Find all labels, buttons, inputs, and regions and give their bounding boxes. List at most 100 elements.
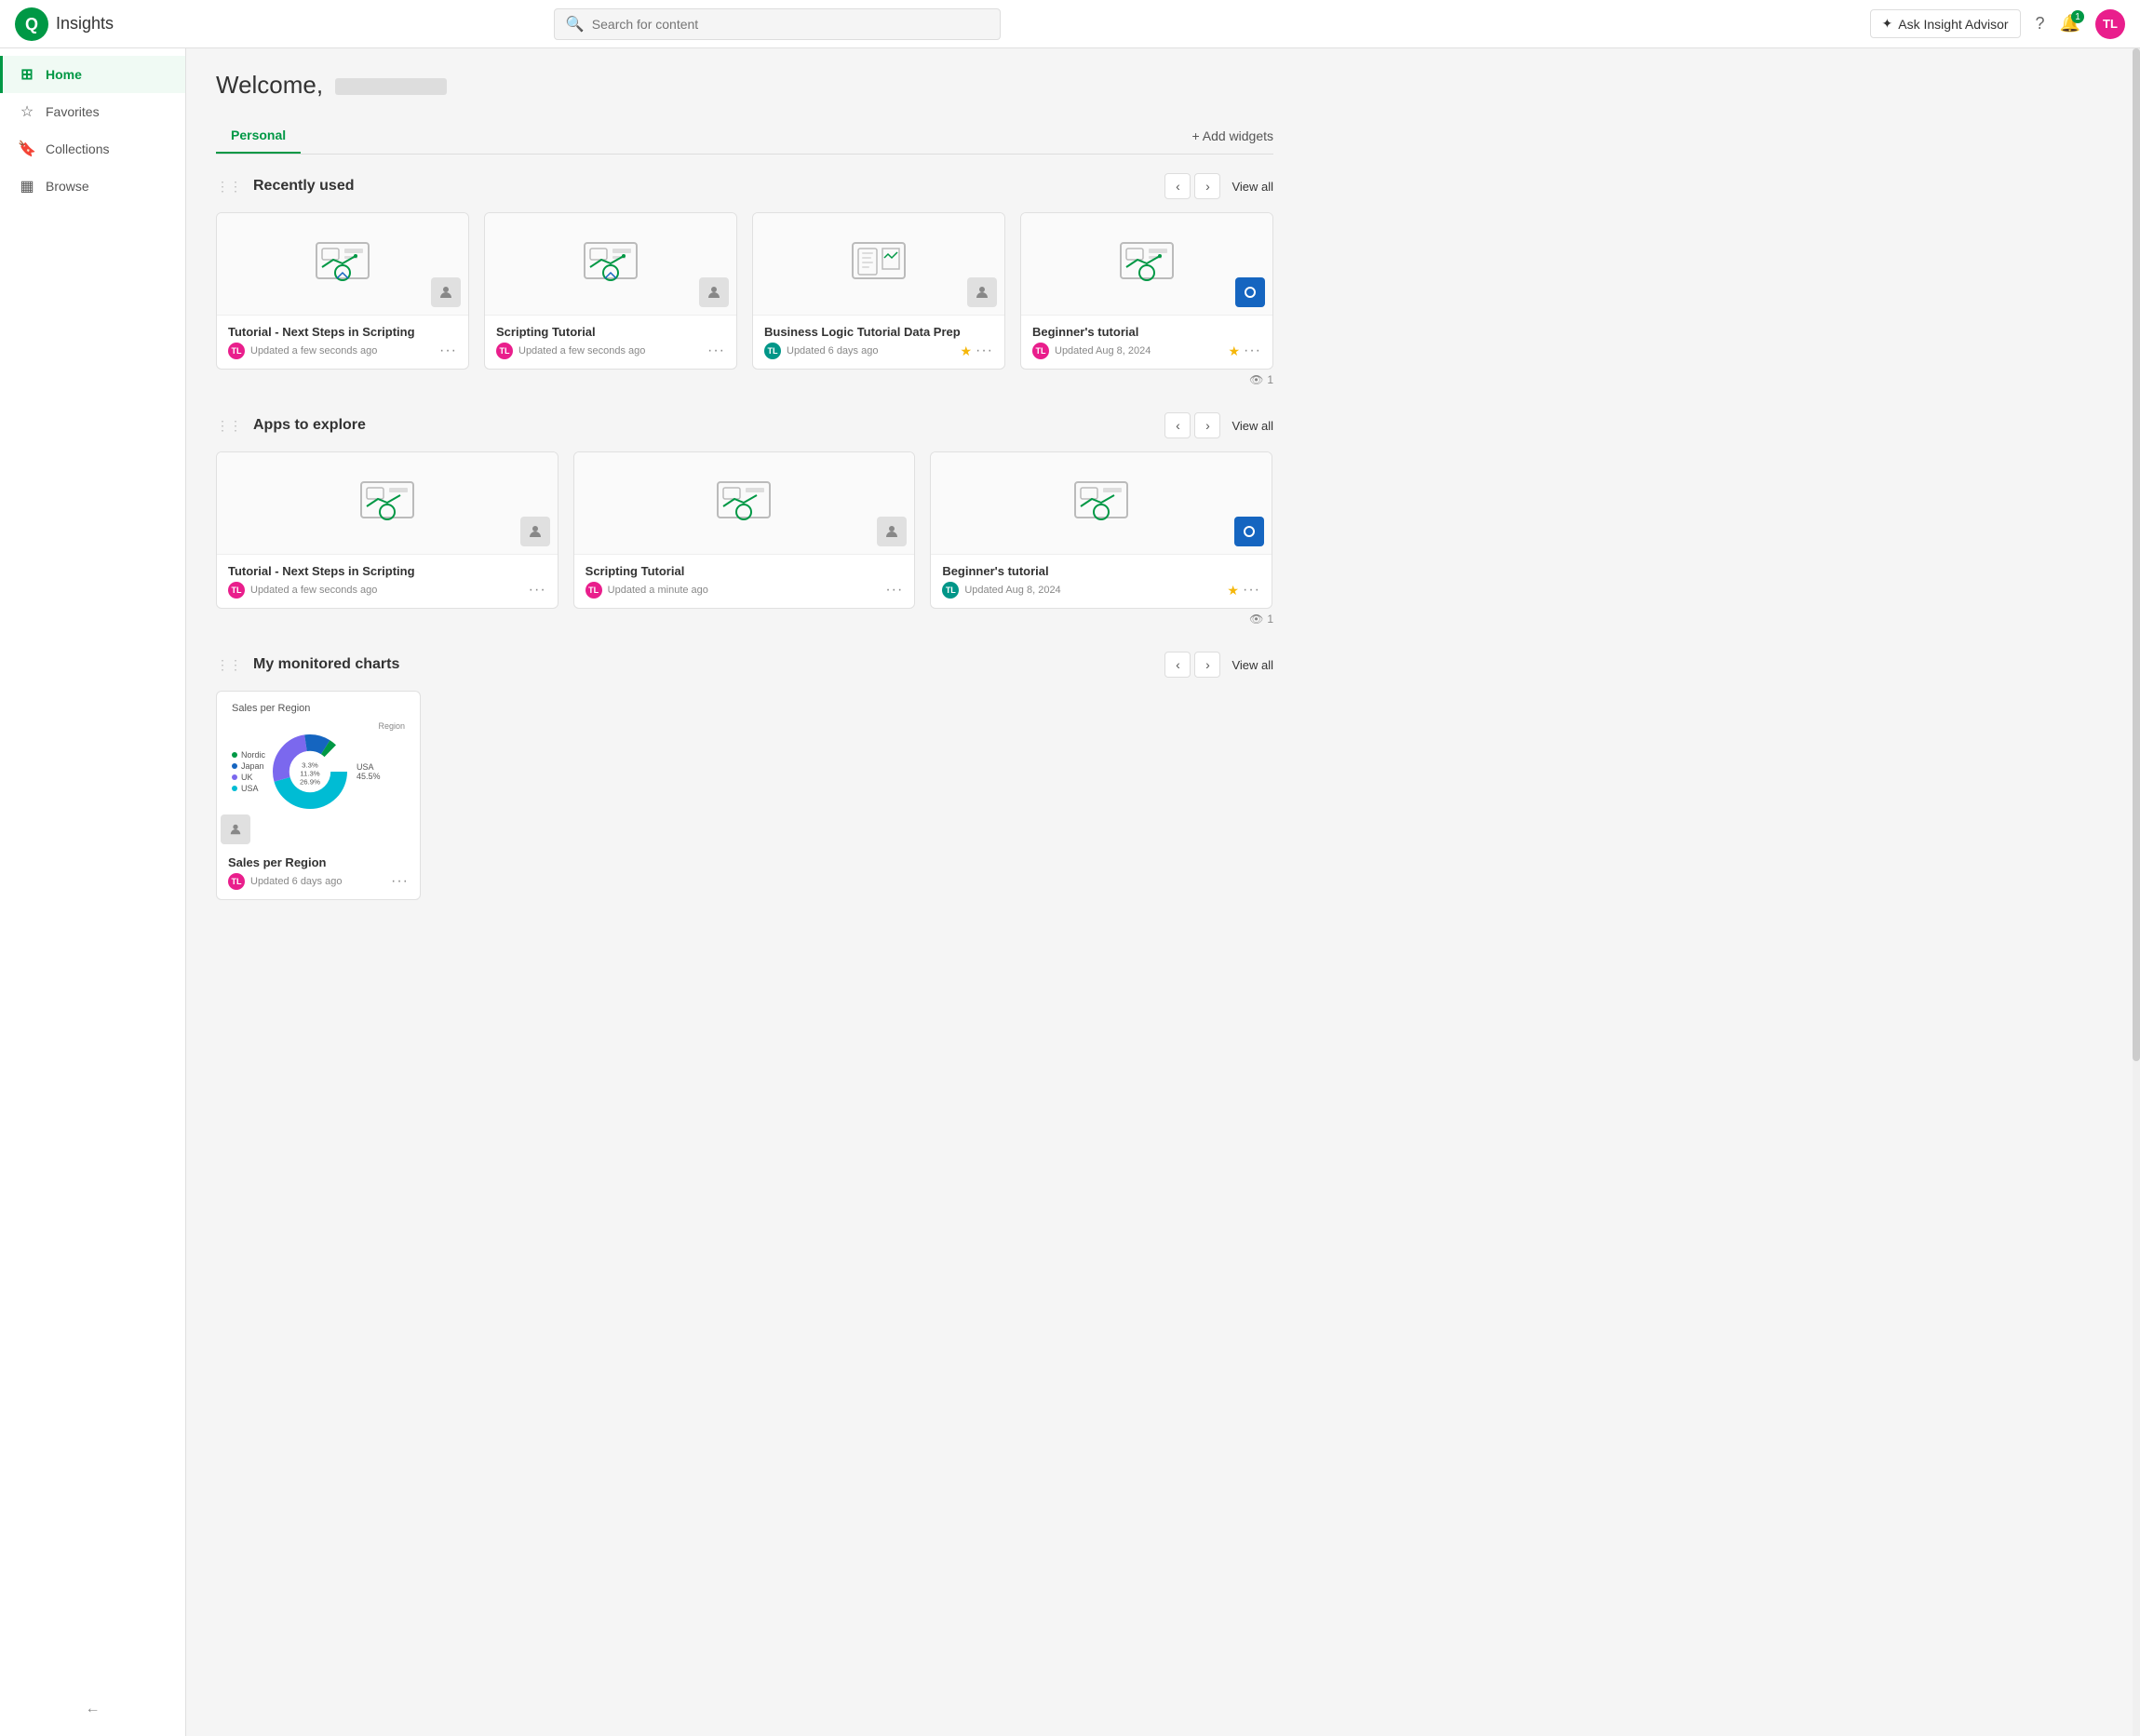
recently-used-header: ⋮⋮ Recently used ‹ › View all <box>216 173 1273 199</box>
apps-to-explore-header: ⋮⋮ Apps to explore ‹ › View all <box>216 412 1273 438</box>
search-input[interactable] <box>592 17 989 32</box>
user-name-blurred <box>335 78 447 95</box>
explore-card-1[interactable]: Scripting Tutorial TL Updated a minute a… <box>573 451 916 609</box>
monitored-charts-section: ⋮⋮ My monitored charts ‹ › View all Sale… <box>216 652 1273 900</box>
card-actions-0: ··· <box>439 343 457 359</box>
topnav-right: ✦ Ask Insight Advisor ? 🔔 1 TL <box>1870 9 2125 39</box>
add-widgets-button[interactable]: + Add widgets <box>1191 123 1273 149</box>
recently-used-card-1[interactable]: Scripting Tutorial TL Updated a few seco… <box>484 212 737 370</box>
recently-used-card-3[interactable]: Beginner's tutorial TL Updated Aug 8, 20… <box>1020 212 1273 370</box>
recently-used-next-button[interactable]: › <box>1194 173 1220 199</box>
explore-card-meta-2: Updated Aug 8, 2024 <box>964 585 1221 596</box>
help-button[interactable]: ? <box>2036 14 2045 34</box>
svg-text:26.9%: 26.9% <box>300 777 320 786</box>
home-icon: ⊞ <box>18 65 36 84</box>
recently-used-card-0[interactable]: Tutorial - Next Steps in Scripting TL Up… <box>216 212 469 370</box>
collapse-icon: ← <box>86 1701 101 1717</box>
explore-card-2[interactable]: Beginner's tutorial TL Updated Aug 8, 20… <box>930 451 1272 609</box>
card-actions-1: ··· <box>707 343 725 359</box>
explore-card-footer-1: TL Updated a minute ago ··· <box>585 582 904 599</box>
person-icon-0 <box>438 285 453 300</box>
sidebar-item-collections[interactable]: 🔖 Collections <box>0 130 185 168</box>
favorites-icon: ☆ <box>18 102 36 121</box>
monitored-charts-header: ⋮⋮ My monitored charts ‹ › View all <box>216 652 1273 678</box>
apps-explore-next-button[interactable]: › <box>1194 412 1220 438</box>
tab-personal[interactable]: Personal <box>216 118 301 154</box>
monitored-prev-button[interactable]: ‹ <box>1164 652 1191 678</box>
person-icon-2 <box>975 285 989 300</box>
ask-insight-advisor-button[interactable]: ✦ Ask Insight Advisor <box>1870 9 2021 38</box>
card-actions-3: ★ ··· <box>1228 343 1261 359</box>
search-icon: 🔍 <box>566 15 585 34</box>
monitored-next-button[interactable]: › <box>1194 652 1220 678</box>
explore-card-more-2[interactable]: ··· <box>1243 582 1260 599</box>
qlik-logo-icon: Q <box>15 7 48 41</box>
recently-used-prev-button[interactable]: ‹ <box>1164 173 1191 199</box>
svg-text:Q: Q <box>25 15 38 34</box>
monitored-chart-card-0[interactable]: Sales per Region Region Nordic <box>216 691 421 900</box>
explore-card-name-1: Scripting Tutorial <box>585 564 904 578</box>
scrollbar-track[interactable] <box>2133 48 2140 1736</box>
explore-card-app-icon-0 <box>520 517 550 546</box>
monitored-view-all[interactable]: View all <box>1232 658 1273 672</box>
collapse-sidebar-button[interactable]: ← <box>0 1689 185 1729</box>
card-more-menu-3[interactable]: ··· <box>1244 343 1261 359</box>
card-info-1: Scripting Tutorial TL Updated a few seco… <box>485 316 736 369</box>
apps-explore-view-all[interactable]: View all <box>1232 419 1273 433</box>
explore-card-footer-0: TL Updated a few seconds ago ··· <box>228 582 546 599</box>
explore-card-footer-2: TL Updated Aug 8, 2024 ★ ··· <box>942 582 1260 599</box>
sidebar-item-favorites[interactable]: ☆ Favorites <box>0 93 185 130</box>
scrollbar-thumb[interactable] <box>2133 48 2140 1061</box>
monitored-card-more-0[interactable]: ··· <box>391 873 409 890</box>
recently-used-nav: ‹ › View all <box>1164 173 1273 199</box>
card-avatar-1: TL <box>496 343 513 359</box>
recently-used-view-all[interactable]: View all <box>1232 180 1273 194</box>
explore-card-info-0: Tutorial - Next Steps in Scripting TL Up… <box>217 555 558 608</box>
monitored-card-footer-0: TL Updated 6 days ago ··· <box>228 873 409 890</box>
card-footer-3: TL Updated Aug 8, 2024 ★ ··· <box>1032 343 1261 359</box>
layout: ⊞ Home ☆ Favorites 🔖 Collections ▦ Brows… <box>0 0 2140 1736</box>
main-inner: Welcome, Personal + Add widgets ⋮⋮ Recen… <box>186 48 1303 949</box>
drag-handle-icon-3: ⋮⋮ <box>216 657 242 673</box>
circle-icon-3 <box>1243 285 1258 300</box>
recently-used-card-2[interactable]: Business Logic Tutorial Data Prep TL Upd… <box>752 212 1005 370</box>
sidebar-item-browse[interactable]: ▦ Browse <box>0 168 185 205</box>
search-bar[interactable]: 🔍 <box>554 8 1001 40</box>
app-thumbnail-icon-3 <box>1119 241 1175 288</box>
card-avatar-3: TL <box>1032 343 1049 359</box>
card-more-menu-2[interactable]: ··· <box>976 343 993 359</box>
explore-card-more-0[interactable]: ··· <box>529 582 546 599</box>
recently-used-title: Recently used <box>253 178 1157 195</box>
logo: Q Insights <box>15 7 114 41</box>
apps-to-explore-section: ⋮⋮ Apps to explore ‹ › View all <box>216 412 1273 626</box>
sidebar-item-home[interactable]: ⊞ Home <box>0 56 185 93</box>
card-star-2[interactable]: ★ <box>960 343 972 359</box>
legend-dot-uk <box>232 774 237 780</box>
explore-card-meta-0: Updated a few seconds ago <box>250 585 523 596</box>
card-actions-2: ★ ··· <box>960 343 993 359</box>
svg-text:11.3%: 11.3% <box>300 769 320 777</box>
avatar[interactable]: TL <box>2095 9 2125 39</box>
legend-label-japan: Japan <box>241 761 264 771</box>
monitored-charts-title: My monitored charts <box>253 656 1157 673</box>
card-more-menu-0[interactable]: ··· <box>439 343 457 359</box>
recently-used-section: ⋮⋮ Recently used ‹ › View all <box>216 173 1273 386</box>
legend-dot-japan <box>232 763 237 769</box>
apps-explore-prev-button[interactable]: ‹ <box>1164 412 1191 438</box>
monitored-card-name-0: Sales per Region <box>228 855 409 869</box>
explore-card-0[interactable]: Tutorial - Next Steps in Scripting TL Up… <box>216 451 559 609</box>
monitored-charts-nav: ‹ › View all <box>1164 652 1273 678</box>
card-meta-3: Updated Aug 8, 2024 <box>1055 345 1222 357</box>
apps-to-explore-title: Apps to explore <box>253 417 1157 434</box>
sidebar-item-collections-label: Collections <box>46 141 109 156</box>
notifications-button[interactable]: 🔔 1 <box>2060 14 2080 34</box>
view-icon-2: 👁 <box>1249 612 1263 626</box>
explore-card-more-1[interactable]: ··· <box>885 582 903 599</box>
card-more-menu-1[interactable]: ··· <box>707 343 725 359</box>
monitored-charts-cards: Sales per Region Region Nordic <box>216 691 1273 900</box>
card-name-0: Tutorial - Next Steps in Scripting <box>228 325 457 339</box>
person-icon-1 <box>707 285 721 300</box>
explore-card-star-2[interactable]: ★ <box>1227 583 1239 599</box>
apps-to-explore-cards: Tutorial - Next Steps in Scripting TL Up… <box>216 451 1273 609</box>
card-star-3[interactable]: ★ <box>1228 343 1240 359</box>
